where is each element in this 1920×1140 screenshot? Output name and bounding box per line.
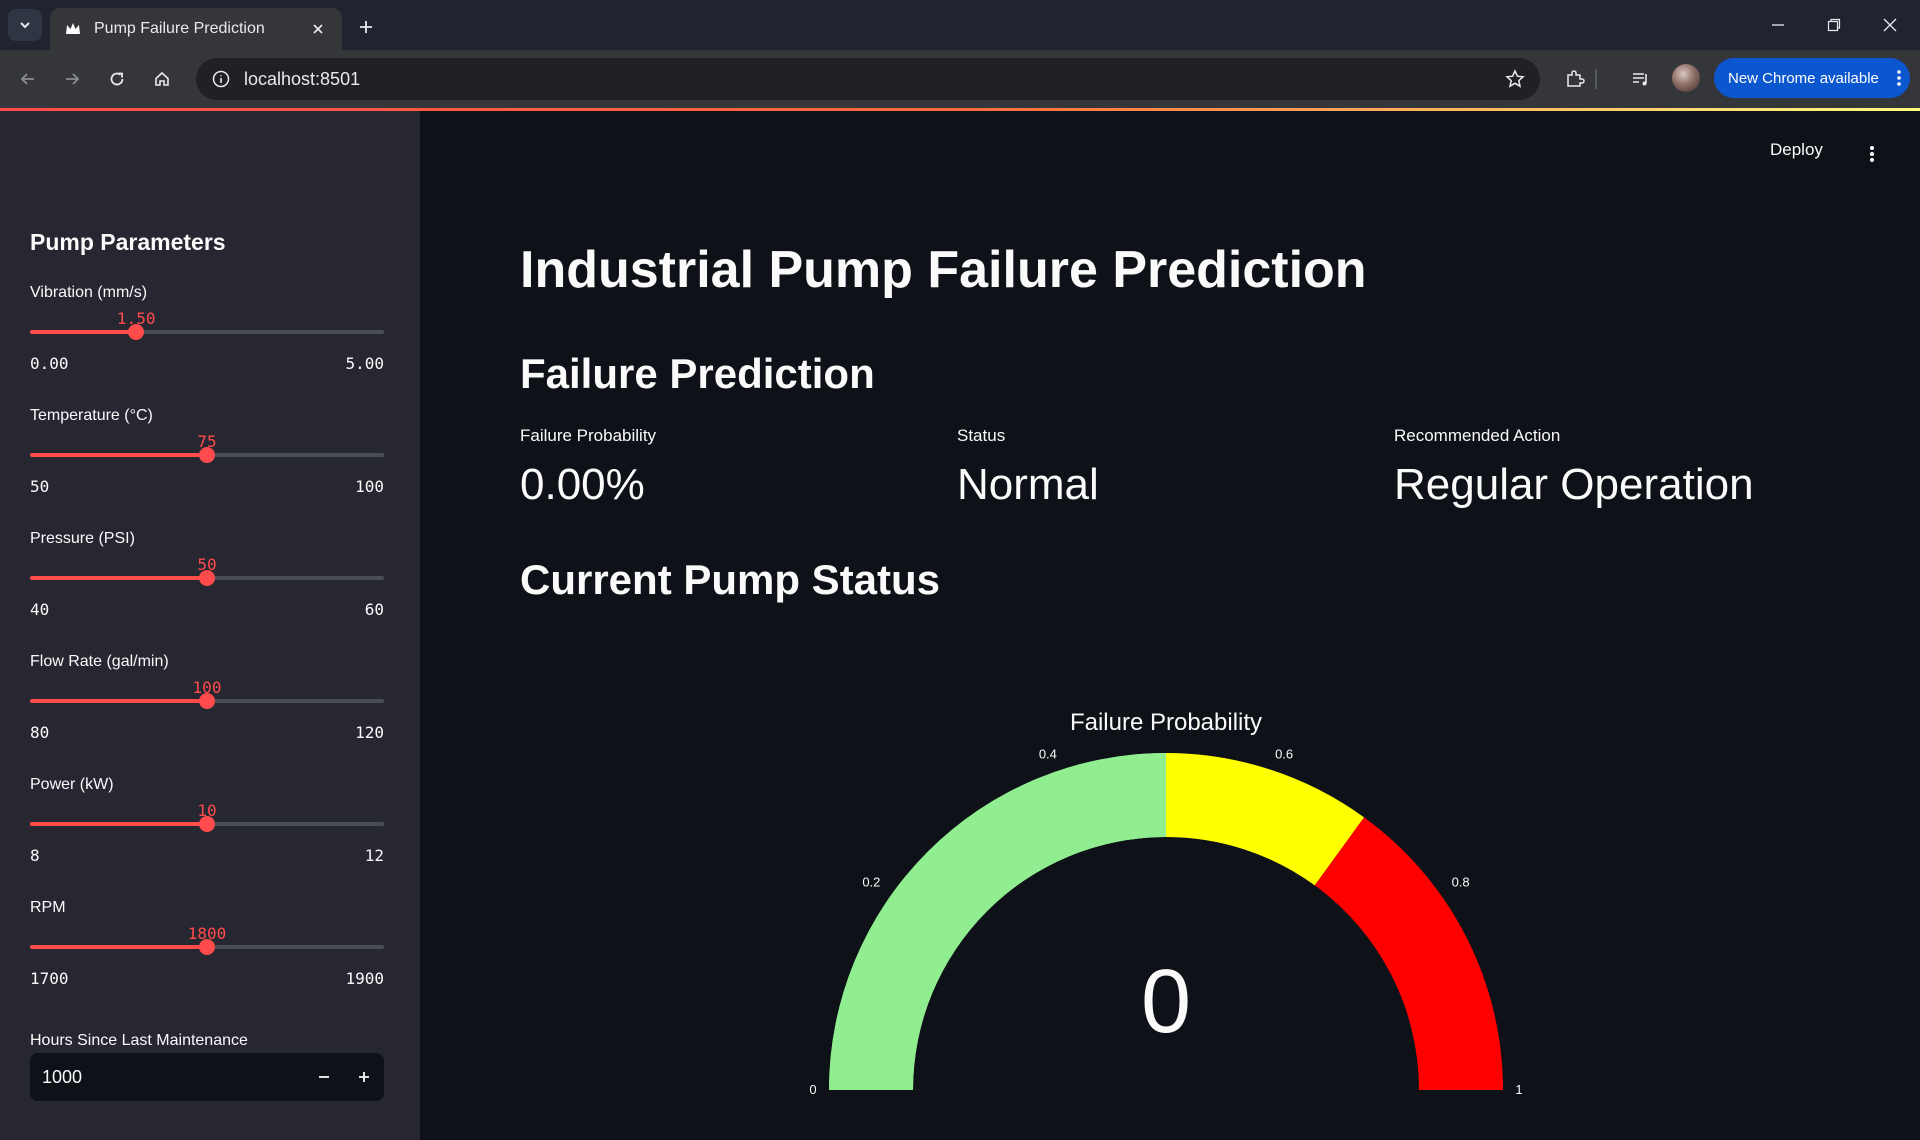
slider-min: 8 bbox=[30, 846, 40, 865]
gauge-tick-label: 0.4 bbox=[1039, 746, 1057, 761]
slider-thumb[interactable] bbox=[199, 447, 215, 463]
slider-min: 1700 bbox=[30, 969, 69, 988]
more-vertical-icon[interactable] bbox=[1888, 63, 1910, 93]
site-info-icon[interactable] bbox=[208, 66, 234, 92]
metric-value: 0.00% bbox=[520, 460, 645, 509]
gauge-title: Failure Probability bbox=[1070, 709, 1262, 736]
slider-power[interactable]: Power (kW) 10 8 12 bbox=[30, 776, 384, 876]
metric-label: Failure Probability bbox=[520, 426, 657, 445]
sidebar-title: Pump Parameters bbox=[30, 229, 226, 255]
slider-fill bbox=[30, 576, 207, 580]
gauge-tick-label: 0.2 bbox=[862, 875, 880, 890]
slider-thumb[interactable] bbox=[199, 693, 215, 709]
failure-probability-gauge: 0 0.2 0.4 0.6 0.8 1 Failure Probability 0 bbox=[809, 709, 1522, 1097]
slider-thumb[interactable] bbox=[199, 816, 215, 832]
metric-recommended-action: Recommended Action Regular Operation bbox=[1394, 426, 1754, 510]
minus-icon bbox=[319, 1076, 329, 1078]
restore-icon[interactable] bbox=[1806, 0, 1862, 50]
browser-tab[interactable]: Pump Failure Prediction bbox=[50, 8, 342, 50]
url-text[interactable]: localhost:8501 bbox=[244, 69, 1498, 90]
page-title: Industrial Pump Failure Prediction bbox=[520, 241, 1367, 299]
minimize-icon[interactable] bbox=[1750, 0, 1806, 50]
close-window-icon[interactable] bbox=[1862, 0, 1918, 50]
gauge-value: 0 bbox=[1141, 952, 1191, 1052]
slider-label: RPM bbox=[30, 899, 66, 916]
gauge-step-3 bbox=[1314, 817, 1503, 1090]
slider-min: 50 bbox=[30, 477, 50, 496]
section-heading-prediction: Failure Prediction bbox=[520, 350, 875, 397]
decrement-button[interactable] bbox=[304, 1053, 344, 1101]
back-arrow-icon[interactable] bbox=[13, 64, 43, 94]
metric-value: Normal bbox=[957, 460, 1099, 509]
browser-toolbar: localhost:8501 New Chrome available bbox=[0, 50, 1920, 108]
main-menu-icon[interactable] bbox=[1862, 140, 1882, 168]
slider-fill bbox=[30, 699, 207, 703]
slider-rpm[interactable]: RPM 1800 1700 1900 bbox=[30, 899, 384, 999]
metric-value: Regular Operation bbox=[1394, 460, 1754, 509]
chevron-down-icon bbox=[20, 22, 30, 29]
streamlit-crown-icon bbox=[64, 20, 82, 38]
slider-max: 12 bbox=[364, 846, 384, 865]
slider-label: Pressure (PSI) bbox=[30, 530, 135, 547]
metric-failure-probability: Failure Probability 0.00% bbox=[520, 426, 656, 510]
gauge-tick-label: 0.8 bbox=[1452, 875, 1470, 890]
slider-temperature[interactable]: Temperature (°C) 75 50 100 bbox=[30, 407, 384, 507]
gauge-tick-label: 0.6 bbox=[1275, 746, 1293, 761]
deploy-button[interactable]: Deploy bbox=[1770, 140, 1823, 160]
gauge-step-1 bbox=[829, 753, 1166, 1090]
hours-number-input bbox=[30, 1053, 384, 1101]
toolbar-divider bbox=[1592, 64, 1600, 94]
plus-icon bbox=[359, 1072, 369, 1082]
metric-label: Recommended Action bbox=[1394, 426, 1561, 445]
address-bar[interactable]: localhost:8501 bbox=[196, 58, 1540, 100]
slider-max: 60 bbox=[364, 600, 384, 619]
slider-min: 80 bbox=[30, 723, 50, 742]
new-tab-icon[interactable] bbox=[352, 13, 380, 41]
browser-tab-bar: Pump Failure Prediction bbox=[0, 0, 1920, 50]
slider-label: Vibration (mm/s) bbox=[30, 284, 148, 301]
slider-min: 0.00 bbox=[30, 354, 69, 373]
bookmark-star-icon[interactable] bbox=[1498, 62, 1532, 96]
slider-thumb[interactable] bbox=[128, 324, 145, 340]
slider-thumb[interactable] bbox=[199, 570, 215, 586]
metric-status: Status Normal bbox=[957, 426, 1099, 510]
metric-label: Status bbox=[957, 426, 1006, 445]
slider-max: 100 bbox=[355, 477, 384, 496]
tab-title: Pump Failure Prediction bbox=[94, 20, 265, 37]
slider-label: Power (kW) bbox=[30, 776, 114, 793]
gauge-tick-label: 1 bbox=[1515, 1082, 1522, 1097]
forward-arrow-icon[interactable] bbox=[57, 64, 87, 94]
slider-thumb[interactable] bbox=[199, 939, 215, 955]
slider-fill bbox=[30, 453, 207, 457]
sidebar: Pump Parameters Vibration (mm/s) 1.50 0.… bbox=[0, 111, 420, 1140]
slider-fill bbox=[30, 945, 207, 949]
profile-avatar[interactable] bbox=[1672, 64, 1700, 92]
slider-label: Flow Rate (gal/min) bbox=[30, 653, 169, 670]
hours-label: Hours Since Last Maintenance bbox=[30, 1032, 248, 1049]
hours-input-field[interactable] bbox=[30, 1053, 304, 1101]
home-icon[interactable] bbox=[147, 64, 177, 94]
slider-vibration[interactable]: Vibration (mm/s) 1.50 0.00 5.00 bbox=[30, 284, 384, 384]
slider-max: 5.00 bbox=[345, 354, 384, 373]
tab-search-button[interactable] bbox=[8, 9, 42, 41]
slider-fill bbox=[30, 330, 137, 334]
slider-flow-rate[interactable]: Flow Rate (gal/min) 100 80 120 bbox=[30, 653, 384, 753]
slider-label: Temperature (°C) bbox=[30, 407, 153, 424]
slider-max: 1900 bbox=[345, 969, 384, 988]
chrome-update-button[interactable]: New Chrome available bbox=[1714, 58, 1910, 98]
extensions-puzzle-icon[interactable] bbox=[1560, 64, 1590, 94]
update-label: New Chrome available bbox=[1728, 69, 1879, 87]
slider-pressure[interactable]: Pressure (PSI) 50 40 60 bbox=[30, 530, 384, 630]
slider-fill bbox=[30, 822, 207, 826]
increment-button[interactable] bbox=[344, 1053, 384, 1101]
section-heading-status: Current Pump Status bbox=[520, 556, 941, 603]
slider-max: 120 bbox=[355, 723, 384, 742]
media-controls-icon[interactable] bbox=[1626, 64, 1656, 94]
gauge-tick-label: 0 bbox=[809, 1082, 816, 1097]
close-tab-icon[interactable] bbox=[308, 19, 328, 39]
slider-min: 40 bbox=[30, 600, 50, 619]
reload-icon[interactable] bbox=[102, 64, 132, 94]
